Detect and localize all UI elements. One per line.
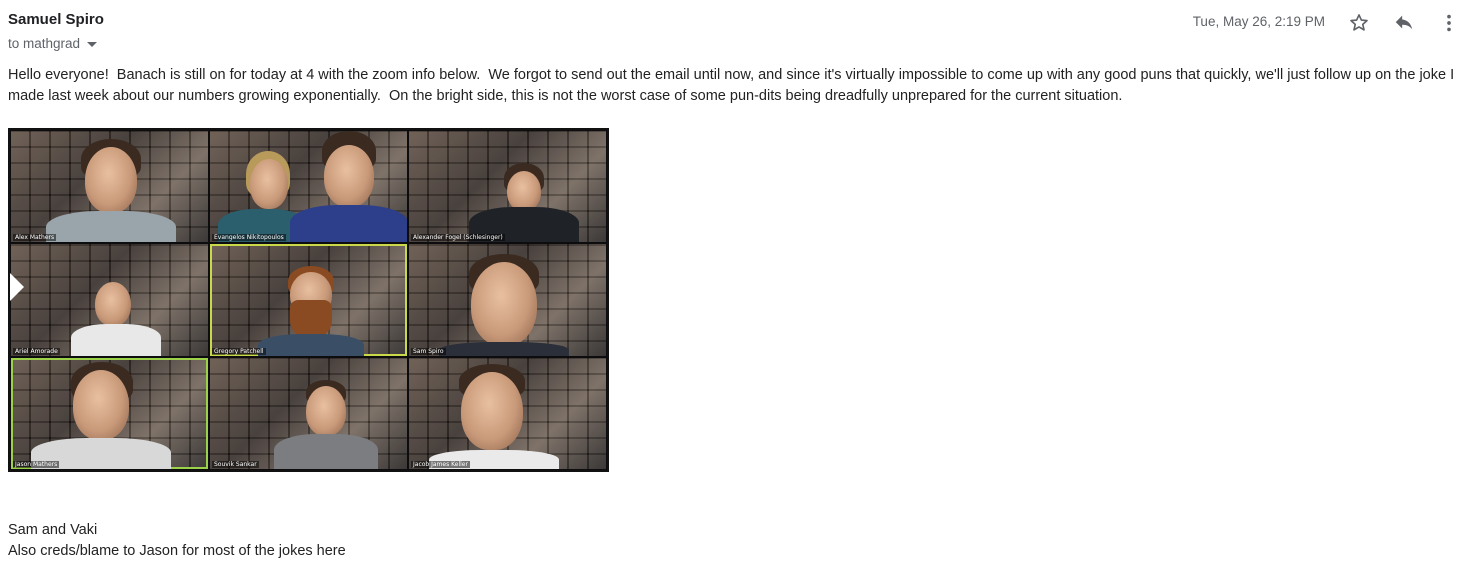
person-face xyxy=(507,171,541,211)
video-tile-active-speaker: Gregory Patchell xyxy=(210,244,407,356)
email-body: Hello everyone! Banach is still on for t… xyxy=(8,67,1459,104)
person-shirt xyxy=(439,342,569,356)
email-date: Tue, May 26, 2:19 PM xyxy=(1192,14,1325,29)
participant-name: Alexander Fogel (Schlesinger) xyxy=(411,234,505,242)
person-shirt xyxy=(274,433,378,469)
caret-down-icon xyxy=(87,42,98,47)
signature-note: Also creds/blame to Jason for most of th… xyxy=(8,543,346,559)
person-face xyxy=(95,282,131,327)
recipient-label: to mathgrad xyxy=(8,36,81,51)
person-face xyxy=(471,262,537,347)
person-shirt xyxy=(290,205,407,243)
video-tile: Alex Mathers xyxy=(11,131,208,243)
person-shirt xyxy=(46,211,176,243)
video-tile: Evangelos Nikitopoulos xyxy=(210,131,407,243)
video-tile: Jason Mathers xyxy=(11,357,208,469)
participant-name: Jason Mathers xyxy=(13,461,60,468)
person-face xyxy=(306,385,346,436)
more-vertical-icon xyxy=(1447,14,1451,32)
video-tile: Alexander Fogel (Schlesinger) xyxy=(409,131,606,243)
participant-name: Souvik Sankar xyxy=(212,461,259,468)
email-signature: Sam and Vaki Also creds/blame to Jason f… xyxy=(8,520,346,562)
email-message: Samuel Spiro to mathgrad Tue, May 26, 2:… xyxy=(0,0,1465,566)
star-button[interactable] xyxy=(1346,10,1372,36)
star-icon xyxy=(1350,14,1368,31)
participant-name: Gregory Patchell xyxy=(212,347,266,355)
more-options-button[interactable] xyxy=(1436,10,1462,36)
video-tile: Sam Spiro xyxy=(409,244,606,356)
video-tile: Souvik Sankar xyxy=(210,357,407,469)
recipient-dropdown[interactable]: to mathgrad xyxy=(8,36,98,51)
person-face xyxy=(73,369,129,440)
participant-name: Ariel Amorade xyxy=(13,347,60,355)
participant-name: Alex Mathers xyxy=(13,234,57,242)
person-face xyxy=(250,159,288,209)
sender-name[interactable]: Samuel Spiro xyxy=(8,11,104,28)
participant-name: Jacob James Keller xyxy=(411,461,470,468)
person-face xyxy=(324,145,374,207)
signature-names: Sam and Vaki xyxy=(8,522,98,538)
person-face xyxy=(461,371,523,450)
video-tile: Jacob James Keller xyxy=(409,357,606,469)
person-face xyxy=(85,147,137,213)
zoom-screenshot-image[interactable]: Alex Mathers Evangelos Nikitopoulos Alex… xyxy=(8,128,609,472)
play-arrow-icon xyxy=(10,273,24,301)
reply-button[interactable] xyxy=(1391,10,1417,36)
person-shirt xyxy=(71,324,161,356)
participant-name: Sam Spiro xyxy=(411,347,446,355)
participant-name: Evangelos Nikitopoulos xyxy=(212,234,286,242)
person-shirt xyxy=(258,334,364,356)
video-tile: Ariel Amorade xyxy=(11,244,208,356)
reply-icon xyxy=(1395,15,1413,30)
